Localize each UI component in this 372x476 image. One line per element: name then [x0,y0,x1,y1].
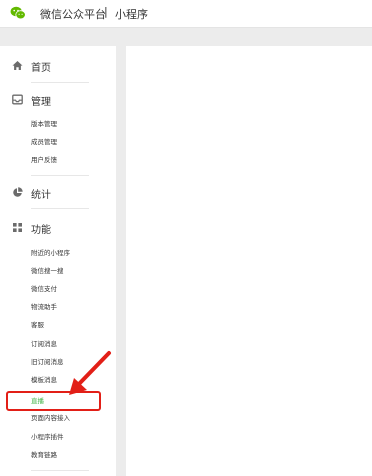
sidebar-item-home[interactable]: 首页 [0,58,116,74]
sidebar-subitem-pay[interactable]: 微信支付 [31,285,57,294]
main-content [126,46,372,476]
arrow-annotation-icon [69,351,111,395]
pie-chart-icon [13,187,23,197]
sidebar [0,46,116,476]
sidebar-item-label: 首页 [31,63,51,74]
sidebar-subitem-page-content[interactable]: 页面内容接入 [31,414,70,423]
sidebar-divider [31,470,89,471]
sidebar-subitem-search[interactable]: 微信搜一搜 [31,267,64,276]
sidebar-item-features[interactable]: 功能 [0,220,116,236]
sidebar-divider [31,175,89,176]
inbox-icon [12,94,23,105]
sidebar-subitem-members[interactable]: 成员管理 [31,138,57,147]
sidebar-subitem-subscription[interactable]: 订阅消息 [31,340,57,349]
sidebar-subitem-template-message[interactable]: 模板消息 [31,376,57,385]
sidebar-subitem-logistics[interactable]: 物流助手 [31,303,57,312]
platform-title[interactable]: 微信公众平台 [40,6,106,22]
sidebar-divider [31,208,89,209]
sidebar-item-label: 功能 [31,225,51,236]
sidebar-item-label: 管理 [31,97,51,108]
title-separator: | [104,5,108,18]
product-title: 小程序 [115,8,148,21]
sidebar-subitem-feedback[interactable]: 用户反馈 [31,156,57,165]
sidebar-item-label: 统计 [31,190,51,201]
sidebar-subitem-old-subscription[interactable]: 旧订阅消息 [31,358,64,367]
home-icon [12,61,23,70]
sidebar-subitem-education[interactable]: 教育链路 [31,451,57,460]
sidebar-item-stats[interactable]: 统计 [0,185,116,201]
top-bar: 微信公众平台 | 小程序 [0,0,372,28]
sidebar-subitem-version[interactable]: 版本管理 [31,120,57,129]
sidebar-subitem-customer-service[interactable]: 客服 [31,321,44,330]
sidebar-divider [31,82,89,83]
sidebar-subitem-plugins[interactable]: 小程序插件 [31,433,64,442]
sidebar-subitem-nearby[interactable]: 附近的小程序 [31,249,70,258]
sidebar-item-manage[interactable]: 管理 [0,92,116,108]
wechat-logo-icon[interactable] [10,5,26,21]
grid-icon [13,223,22,232]
